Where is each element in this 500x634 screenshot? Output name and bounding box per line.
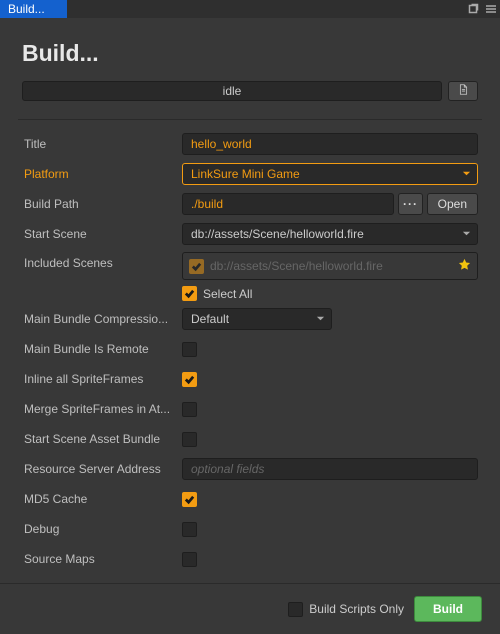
chevron-down-icon xyxy=(316,312,325,326)
md5-label: MD5 Cache xyxy=(22,492,182,506)
compression-select[interactable]: Default xyxy=(182,308,332,330)
startscene-value: db://assets/Scene/helloworld.fire xyxy=(191,227,364,241)
debug-label: Debug xyxy=(22,522,182,536)
compression-value: Default xyxy=(191,312,229,326)
platform-label: Platform xyxy=(22,167,182,181)
resourceserver-input[interactable] xyxy=(182,458,478,480)
open-button[interactable]: Open xyxy=(427,193,478,215)
scene-checkbox[interactable] xyxy=(189,259,204,274)
isremote-checkbox[interactable] xyxy=(182,342,197,357)
chevron-down-icon xyxy=(462,167,471,181)
md5-checkbox[interactable] xyxy=(182,492,197,507)
status-bar: idle xyxy=(22,81,442,101)
chevron-down-icon xyxy=(462,227,471,241)
browse-button[interactable]: ··· xyxy=(398,193,422,215)
title-input[interactable] xyxy=(182,133,478,155)
buildpath-label: Build Path xyxy=(22,197,182,211)
sourcemaps-label: Source Maps xyxy=(22,552,182,566)
log-button[interactable] xyxy=(448,81,478,101)
resourceserver-label: Resource Server Address xyxy=(22,462,182,476)
isremote-label: Main Bundle Is Remote xyxy=(22,342,182,356)
document-icon xyxy=(458,84,469,98)
startscene-label: Start Scene xyxy=(22,227,182,241)
window-tab[interactable]: Build... xyxy=(0,0,67,18)
scene-path: db://assets/Scene/helloworld.fire xyxy=(210,259,383,273)
scriptsonly-label: Build Scripts Only xyxy=(309,602,404,616)
star-icon[interactable] xyxy=(458,258,471,274)
page-title: Build... xyxy=(22,40,478,67)
build-form: Title Platform LinkSure Mini Game Build … xyxy=(18,119,482,581)
selectall-label: Select All xyxy=(203,287,252,301)
build-button[interactable]: Build xyxy=(414,596,482,622)
inline-label: Inline all SpriteFrames xyxy=(22,372,182,386)
scriptsonly-checkbox[interactable] xyxy=(288,602,303,617)
selectall-checkbox[interactable] xyxy=(182,286,197,301)
inline-checkbox[interactable] xyxy=(182,372,197,387)
ssbundle-checkbox[interactable] xyxy=(182,432,197,447)
menu-icon[interactable] xyxy=(482,0,500,18)
header: Build... xyxy=(0,18,500,81)
window-tab-label: Build... xyxy=(8,2,45,16)
platform-select[interactable]: LinkSure Mini Game xyxy=(182,163,478,185)
compression-label: Main Bundle Compressio... xyxy=(22,312,182,326)
title-label: Title xyxy=(22,137,182,151)
included-label: Included Scenes xyxy=(22,252,182,270)
buildpath-input[interactable] xyxy=(182,193,394,215)
footer: Build Scripts Only Build xyxy=(0,583,500,634)
status-text: idle xyxy=(223,84,242,98)
included-scenes-list: db://assets/Scene/helloworld.fire xyxy=(182,252,478,280)
merge-checkbox[interactable] xyxy=(182,402,197,417)
startscene-select[interactable]: db://assets/Scene/helloworld.fire xyxy=(182,223,478,245)
popout-icon[interactable] xyxy=(464,0,482,18)
sourcemaps-checkbox[interactable] xyxy=(182,552,197,567)
ssbundle-label: Start Scene Asset Bundle xyxy=(22,432,182,446)
platform-value: LinkSure Mini Game xyxy=(191,167,300,181)
scene-item[interactable]: db://assets/Scene/helloworld.fire xyxy=(189,259,383,274)
title-bar: Build... xyxy=(0,0,500,18)
merge-label: Merge SpriteFrames in At... xyxy=(22,402,182,416)
debug-checkbox[interactable] xyxy=(182,522,197,537)
